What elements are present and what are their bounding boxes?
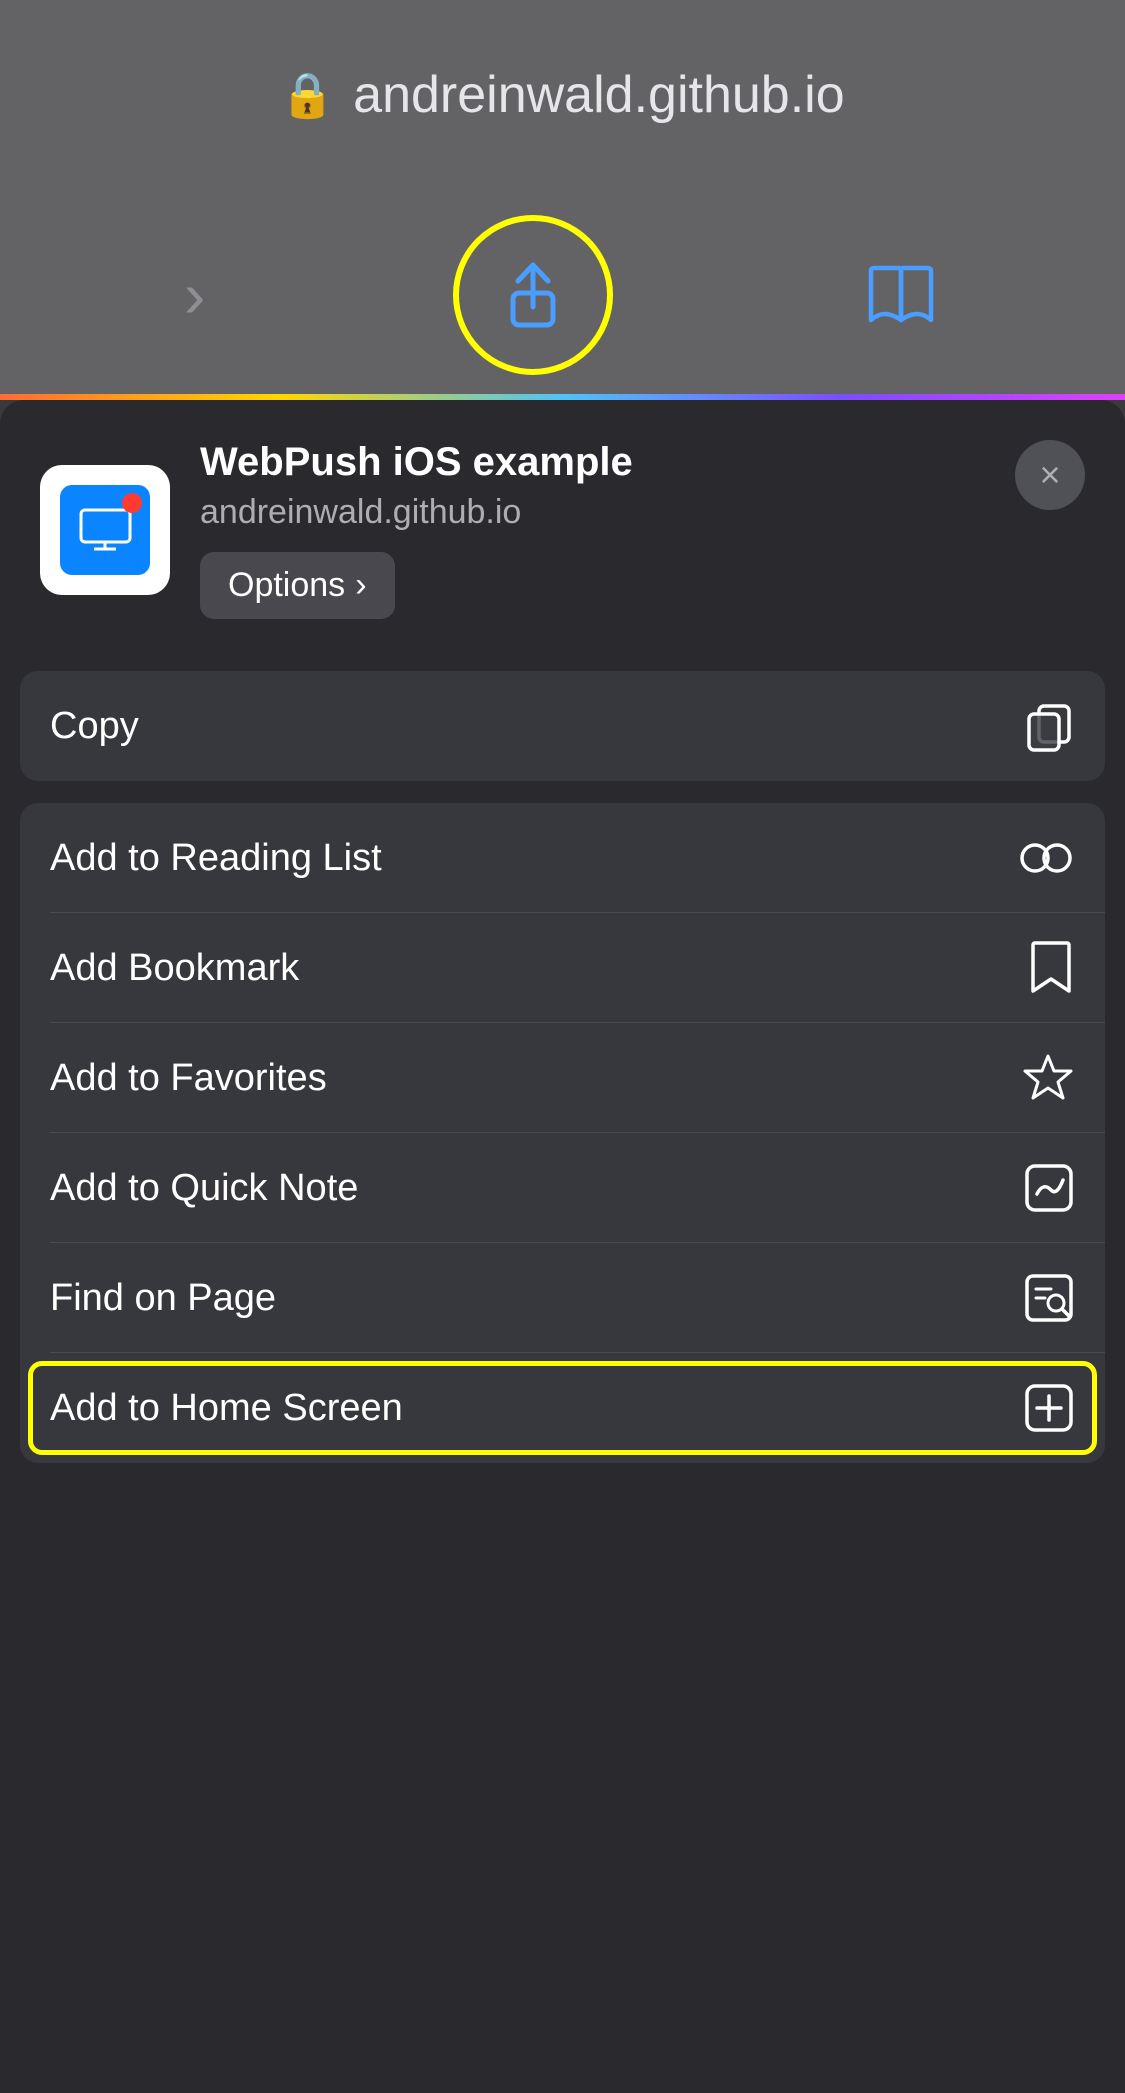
add-favorites-item[interactable]: Add to Favorites	[20, 1023, 1105, 1133]
app-title: WebPush iOS example	[200, 440, 1085, 485]
browser-toolbar: ›	[0, 190, 1125, 400]
quick-note-icon	[1023, 1162, 1075, 1214]
share-icon	[493, 255, 573, 335]
add-reading-list-item[interactable]: Add to Reading List	[20, 803, 1105, 913]
copy-section: Copy	[20, 671, 1105, 781]
options-chevron: ›	[355, 566, 366, 605]
bookmark-icon	[1027, 941, 1075, 995]
options-button[interactable]: Options ›	[200, 552, 395, 619]
app-info: WebPush iOS example andreinwald.github.i…	[200, 440, 1085, 619]
browser-url-bar: 🔒 andreinwald.github.io	[0, 0, 1125, 190]
app-icon	[40, 465, 170, 595]
copy-icon	[1023, 700, 1075, 752]
find-on-page-label: Find on Page	[50, 1277, 276, 1320]
share-button[interactable]	[453, 215, 613, 375]
favorites-label: Add to Favorites	[50, 1057, 327, 1100]
forward-arrow-icon[interactable]: ›	[184, 258, 205, 332]
find-on-page-icon	[1023, 1272, 1075, 1324]
actions-section: Add to Reading List Add Bookmark Add to …	[20, 803, 1105, 1463]
add-quick-note-item[interactable]: Add to Quick Note	[20, 1133, 1105, 1243]
add-home-label: Add to Home Screen	[50, 1387, 403, 1430]
bottom-spacer	[0, 1485, 1125, 1545]
copy-label: Copy	[50, 705, 139, 748]
add-bookmark-item[interactable]: Add Bookmark	[20, 913, 1105, 1023]
share-sheet: WebPush iOS example andreinwald.github.i…	[0, 400, 1125, 2093]
close-button[interactable]: ×	[1015, 440, 1085, 510]
close-icon: ×	[1039, 457, 1060, 493]
app-icon-svg	[78, 507, 133, 552]
app-icon-inner	[60, 485, 150, 575]
copy-menu-item[interactable]: Copy	[20, 671, 1105, 781]
app-header: WebPush iOS example andreinwald.github.i…	[0, 400, 1125, 649]
quick-note-label: Add to Quick Note	[50, 1167, 358, 1210]
app-url-display: andreinwald.github.io	[200, 493, 1085, 532]
reading-list-label: Add to Reading List	[50, 837, 382, 880]
reading-list-toolbar-icon[interactable]	[861, 260, 941, 330]
favorites-icon	[1021, 1052, 1075, 1104]
bookmark-label: Add Bookmark	[50, 947, 299, 990]
add-home-screen-item[interactable]: Add to Home Screen	[20, 1353, 1105, 1463]
reading-list-icon	[1017, 839, 1075, 877]
url-text[interactable]: andreinwald.github.io	[353, 65, 844, 125]
options-label: Options	[228, 566, 345, 605]
lock-icon: 🔒	[280, 69, 335, 121]
find-on-page-item[interactable]: Find on Page	[20, 1243, 1105, 1353]
add-home-icon	[1023, 1382, 1075, 1434]
